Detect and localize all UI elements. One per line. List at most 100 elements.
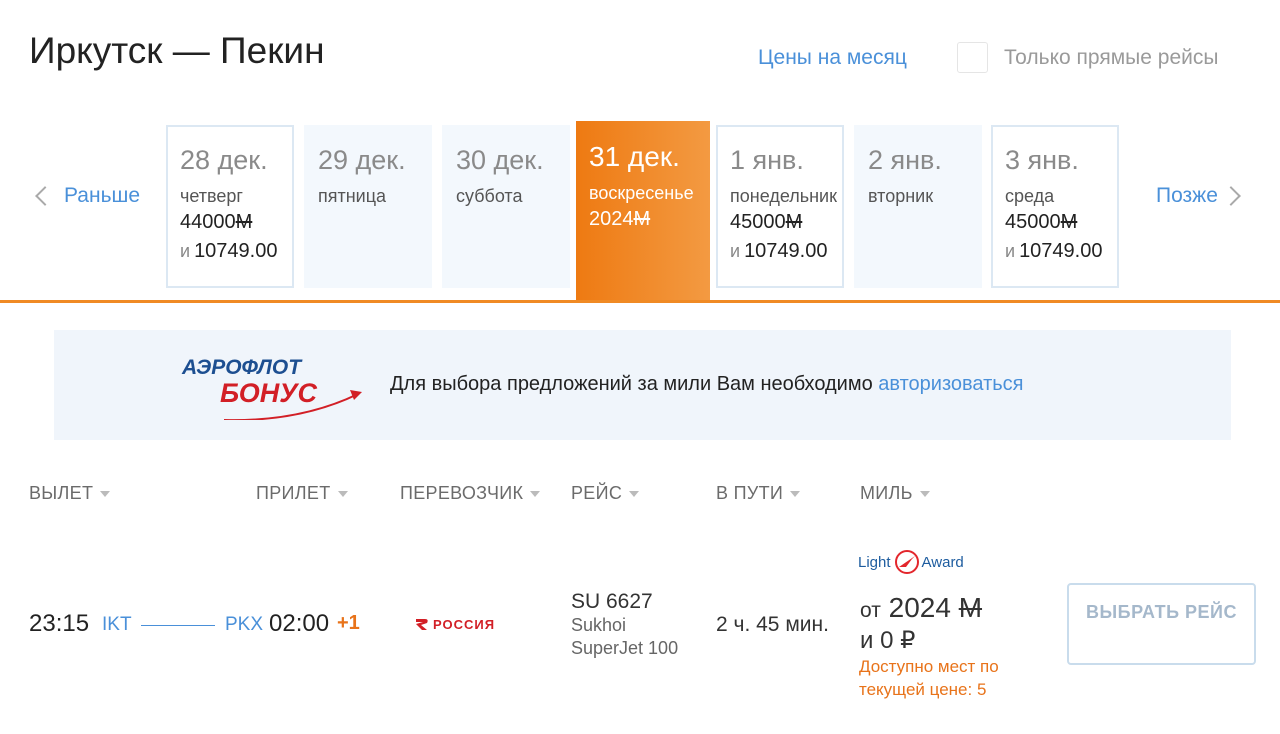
select-flight-button[interactable]: ВЫБРАТЬ РЕЙС xyxy=(1067,583,1256,665)
departure-airport-code[interactable]: IKT xyxy=(102,614,132,636)
card-miles-value: 45000 xyxy=(730,211,786,233)
sort-arrival[interactable]: ПРИЛЕТ xyxy=(256,483,348,504)
price-prefix: от xyxy=(860,599,881,622)
aeroflot-bonus-logo: АЭРОФЛОТ БОНУС xyxy=(181,356,362,420)
date-card-jan1[interactable]: 1 янв. понедельник 45000М и 10749.00 xyxy=(716,125,844,288)
banner-message: Для выбора предложений за мили Вам необх… xyxy=(390,373,1024,396)
card-miles: 2024М xyxy=(589,208,710,231)
fare-brand-left: Light xyxy=(858,553,891,571)
price-extra: и 0 ₽ xyxy=(860,626,915,655)
card-plus-prefix: и xyxy=(180,241,191,261)
card-date: 30 дек. xyxy=(456,145,544,175)
direct-flights-checkbox[interactable] xyxy=(957,42,988,73)
card-date: 31 дек. xyxy=(589,141,680,172)
miles-icon: М xyxy=(633,208,651,230)
miles-icon: М xyxy=(235,211,253,233)
price-plus-amount: 0 xyxy=(880,627,894,654)
plane-circle-icon xyxy=(894,550,919,574)
card-miles: 45000М xyxy=(1005,211,1117,234)
direct-flights-label[interactable]: Только прямые рейсы xyxy=(1004,46,1218,70)
departure-time: 23:15 xyxy=(29,610,90,637)
date-card-dec31-selected[interactable]: 31 дек. воскресенье 2024М xyxy=(576,121,710,302)
card-weekday: суббота xyxy=(456,186,523,206)
caret-down-icon xyxy=(629,490,640,497)
month-prices-link[interactable]: Цены на месяц xyxy=(758,46,907,70)
sort-duration[interactable]: В ПУТИ xyxy=(716,483,801,504)
sort-miles[interactable]: МИЛЬ xyxy=(860,483,930,504)
column-label: ВЫЛЕТ xyxy=(29,483,94,503)
card-plus: и 10749.00 xyxy=(730,240,842,263)
caret-down-icon xyxy=(337,490,348,497)
column-label: МИЛЬ xyxy=(860,483,913,503)
sort-carrier[interactable]: ПЕРЕВОЗЧИК xyxy=(400,483,541,504)
column-label: В ПУТИ xyxy=(716,483,784,503)
earlier-label: Раньше xyxy=(64,184,141,207)
card-miles-value: 45000 xyxy=(1005,211,1061,233)
card-weekday: воскресенье xyxy=(589,183,694,203)
column-label: ПРИЛЕТ xyxy=(256,483,331,503)
date-card-jan3[interactable]: 3 янв. среда 45000М и 10749.00 xyxy=(991,125,1119,288)
date-card-dec29[interactable]: 29 дек. пятница xyxy=(304,125,432,288)
card-weekday: четверг xyxy=(180,186,243,206)
route-line xyxy=(141,625,215,626)
card-date: 1 янв. xyxy=(730,145,804,175)
card-date: 29 дек. xyxy=(318,145,406,175)
miles-icon: М xyxy=(785,211,803,233)
miles-icon: М xyxy=(958,592,983,623)
caret-down-icon xyxy=(530,490,541,497)
next-day-indicator: +1 xyxy=(337,612,360,634)
card-plus-prefix: и xyxy=(730,241,741,261)
card-plus: и 10749.00 xyxy=(180,240,292,263)
aircraft-type: Sukhoi SuperJet 100 xyxy=(571,614,701,660)
arrival-airport-code[interactable]: PKX xyxy=(225,614,263,636)
fare-brand-logo[interactable]: Light Award xyxy=(858,548,964,576)
card-weekday: вторник xyxy=(868,186,934,206)
earlier-button[interactable]: Раньше xyxy=(34,184,140,208)
card-plus-amount: 10749.00 xyxy=(1019,240,1103,262)
card-miles-value: 44000 xyxy=(180,211,236,233)
caret-down-icon xyxy=(919,490,930,497)
banner-text: Для выбора предложений за мили Вам необх… xyxy=(390,373,879,395)
bonus-banner: АЭРОФЛОТ БОНУС Для выбора предложений за… xyxy=(54,330,1231,440)
date-selector-divider xyxy=(0,300,1280,303)
carrier-logo: РОССИЯ xyxy=(414,616,495,632)
logo-line1: АЭРОФЛОТ xyxy=(181,356,303,379)
later-label: Позже xyxy=(1156,184,1218,207)
card-weekday: среда xyxy=(1005,186,1055,206)
card-date: 28 дек. xyxy=(180,145,268,175)
sort-flight[interactable]: РЕЙС xyxy=(571,483,640,504)
fare-brand-right: Award xyxy=(921,553,964,571)
card-plus-amount: 10749.00 xyxy=(194,240,278,262)
price-miles-value: 2024 xyxy=(888,592,951,623)
caret-down-icon xyxy=(790,490,801,497)
card-plus: и 10749.00 xyxy=(1005,240,1117,263)
chevron-right-icon xyxy=(1221,186,1241,206)
login-link[interactable]: авторизоваться xyxy=(878,373,1023,395)
card-miles: 44000М xyxy=(180,211,292,234)
page-title: Иркутск — Пекин xyxy=(29,30,325,71)
date-card-dec28[interactable]: 28 дек. четверг 44000М и 10749.00 xyxy=(166,125,294,288)
price-plus-prefix: и xyxy=(860,627,874,654)
card-plus-prefix: и xyxy=(1005,241,1016,261)
chevron-left-icon xyxy=(35,186,55,206)
column-label: РЕЙС xyxy=(571,483,623,503)
date-card-jan2[interactable]: 2 янв. вторник xyxy=(854,125,982,288)
aircraft-line1: Sukhoi xyxy=(571,615,627,635)
aircraft-line2: SuperJet 100 xyxy=(571,638,679,658)
date-card-dec30[interactable]: 30 дек. суббота xyxy=(442,125,570,288)
card-date: 2 янв. xyxy=(868,145,942,175)
sort-departure[interactable]: ВЫЛЕТ xyxy=(29,483,111,504)
miles-icon: М xyxy=(1060,211,1078,233)
seats-available-note: Доступно мест по текущей цене: 5 xyxy=(859,657,999,699)
caret-down-icon xyxy=(100,490,111,497)
card-miles-value: 2024 xyxy=(589,208,634,230)
ruble-icon: ₽ xyxy=(900,627,916,654)
logo-line2: БОНУС xyxy=(220,378,318,408)
price-miles: от 2024 М xyxy=(860,592,982,624)
later-button[interactable]: Позже xyxy=(1156,184,1241,208)
column-label: ПЕРЕВОЗЧИК xyxy=(400,483,524,503)
rossiya-logo-icon xyxy=(416,619,428,630)
flight-duration: 2 ч. 45 мин. xyxy=(716,613,829,636)
flight-number[interactable]: SU 6627 xyxy=(571,590,653,614)
card-plus-amount: 10749.00 xyxy=(744,240,828,262)
